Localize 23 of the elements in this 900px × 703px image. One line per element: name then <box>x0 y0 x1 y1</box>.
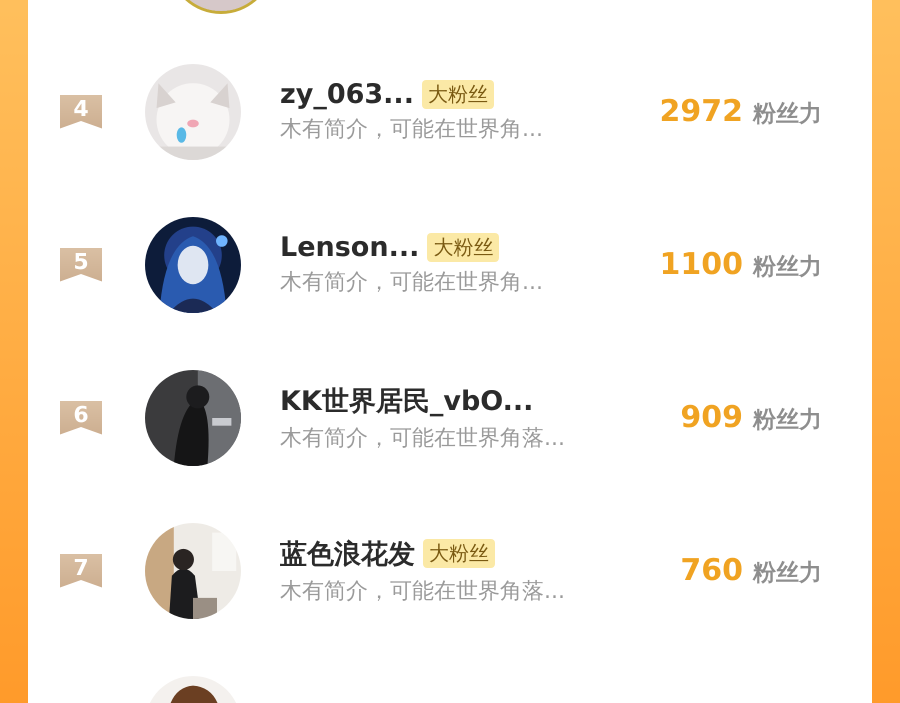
fan-badge: 大粉丝 <box>427 233 500 262</box>
rank-ribbon: 5 <box>60 248 102 282</box>
fan-score: 760 <box>680 553 743 588</box>
score-label: 粉丝力 <box>753 406 822 435</box>
score-label: 粉丝力 <box>753 253 822 282</box>
rank-ribbon: 4 <box>60 94 102 128</box>
fan-score: 2972 <box>660 94 743 129</box>
user-name[interactable]: 蓝色浪花发 <box>280 536 415 572</box>
user-name[interactable]: Lenson... <box>280 232 420 263</box>
fan-score: 909 <box>680 400 743 435</box>
user-name[interactable]: KK世界居民_vbO... <box>280 382 534 418</box>
fan-score: 1100 <box>660 247 743 282</box>
rank-ribbon: 7 <box>60 554 102 588</box>
user-bio: 木有简介，可能在世界角... <box>280 269 544 297</box>
user-bio: 木有简介，可能在世界角落... <box>280 424 566 452</box>
fan-badge: 大粉丝 <box>423 539 495 568</box>
user-bio: 木有简介，可能在世界角落... <box>280 578 566 606</box>
user-bio: 木有简介，可能在世界角... <box>280 116 544 144</box>
user-name[interactable]: zy_063... <box>280 79 414 110</box>
score-label: 粉丝力 <box>753 559 822 588</box>
fan-badge: 大粉丝 <box>422 80 494 109</box>
score-label: 粉丝力 <box>753 100 822 129</box>
rank-ribbon: 6 <box>60 400 102 434</box>
